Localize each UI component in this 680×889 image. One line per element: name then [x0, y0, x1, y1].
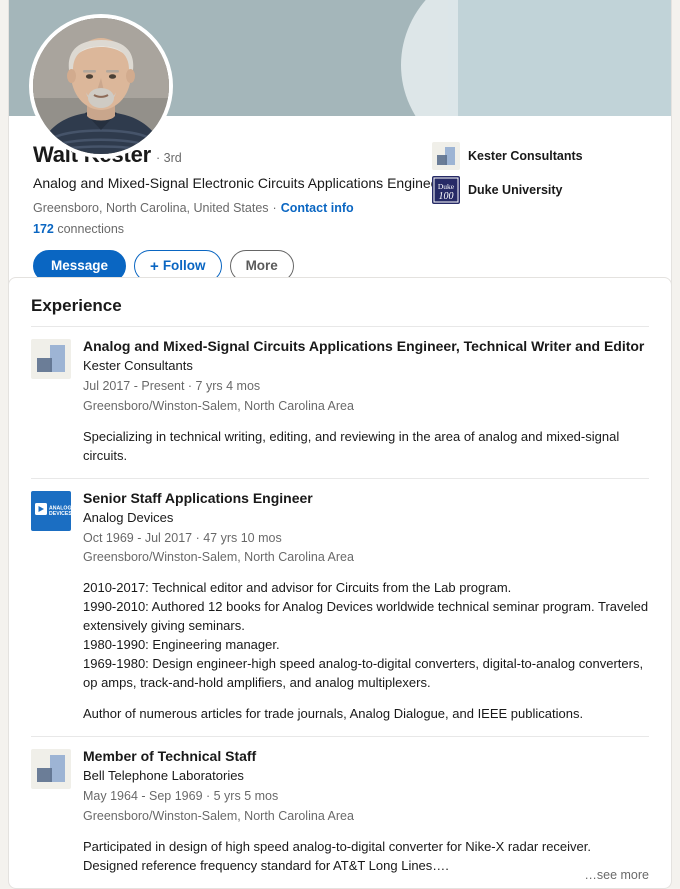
profile-location: Greensboro, North Carolina, United State…	[33, 201, 269, 216]
experience-description-line: Designed reference frequency standard fo…	[83, 857, 449, 873]
banner-edge-band	[448, 0, 458, 116]
connection-degree: · 3rd	[156, 151, 182, 165]
avatar-photo	[33, 18, 169, 154]
experience-company: Analog Devices	[83, 509, 174, 525]
experience-description: Specializing in technical writing, editi…	[83, 428, 649, 466]
experience-dates: Oct 1969 - Jul 2017 · 47 yrs 10 mos	[83, 530, 282, 545]
experience-location: Greensboro/Winston-Salem, North Carolina…	[83, 809, 354, 824]
entities-list: Kester Consultants Duke 100 Duke Univers…	[432, 142, 647, 210]
experience-location: Greensboro/Winston-Salem, North Carolina…	[83, 398, 354, 413]
experience-item[interactable]: Member of Technical Staff Bell Telephone…	[31, 736, 649, 888]
experience-body: Analog and Mixed-Signal Circuits Applica…	[83, 337, 649, 466]
experience-company: Kester Consultants	[83, 358, 193, 374]
experience-item[interactable]: ANALOG DEVICES Senior Staff Applications…	[31, 477, 649, 737]
experience-body: Senior Staff Applications Engineer Analo…	[83, 489, 649, 725]
connections-count: 172	[33, 222, 54, 237]
profile-card: Walt Kester · 3rd Analog and Mixed-Signa…	[8, 0, 672, 304]
experience-description-line: Participated in design of high speed ana…	[83, 839, 591, 855]
avatar[interactable]	[29, 14, 173, 158]
plus-icon: +	[150, 257, 159, 275]
svg-text:Duke: Duke	[438, 182, 455, 191]
experience-description: 2010-2017: Technical editor and advisor …	[83, 579, 649, 724]
generic-company-logo-icon	[31, 339, 71, 379]
experience-card: Experience Analog and Mixed-Signal Circu…	[8, 277, 672, 889]
location-separator: ·	[272, 201, 277, 216]
experience-company: Bell Telephone Laboratories	[83, 768, 244, 784]
experience-description-spacer	[83, 692, 649, 705]
experience-title: Member of Technical Staff	[83, 748, 257, 765]
more-button-label: More	[245, 258, 278, 274]
experience-description-line: 1969-1980: Design engineer-high speed an…	[83, 655, 644, 690]
svg-text:DEVICES: DEVICES	[49, 511, 71, 517]
duke-university-logo-icon: Duke 100	[432, 176, 460, 204]
experience-description-line: 1980-1990: Engineering manager.	[83, 636, 280, 652]
analog-devices-logo-icon: ANALOG DEVICES	[31, 490, 71, 531]
experience-location: Greensboro/Winston-Salem, North Carolina…	[83, 550, 354, 565]
experience-dates: May 1964 - Sep 1969 · 5 yrs 5 mos	[83, 789, 279, 804]
experience-section-title: Experience	[31, 296, 122, 315]
experience-description-line: 2010-2017: Technical editor and advisor …	[83, 580, 512, 596]
entity-duke-university[interactable]: Duke 100 Duke University	[432, 176, 647, 204]
message-button-label: Message	[51, 258, 109, 274]
banner-right-band	[458, 0, 671, 116]
contact-info-link[interactable]: Contact info	[281, 201, 354, 215]
linkedin-profile-page: Walt Kester · 3rd Analog and Mixed-Signa…	[0, 0, 680, 889]
follow-button-label: Follow	[162, 258, 206, 274]
experience-description-line: Specializing in technical writing, editi…	[83, 428, 620, 463]
entity-name: Duke University	[468, 183, 563, 197]
experience-description: Participated in design of high speed ana…	[83, 838, 649, 876]
experience-item[interactable]: Analog and Mixed-Signal Circuits Applica…	[31, 326, 649, 478]
experience-dates: Jul 2017 - Present · 7 yrs 4 mos	[83, 379, 261, 394]
svg-text:100: 100	[439, 191, 454, 202]
connections-label: connections	[57, 222, 125, 237]
experience-body: Member of Technical Staff Bell Telephone…	[83, 747, 649, 876]
entity-name: Kester Consultants	[468, 149, 583, 163]
experience-title: Senior Staff Applications Engineer	[83, 489, 313, 506]
entity-kester-consultants[interactable]: Kester Consultants	[432, 142, 647, 170]
experience-title: Analog and Mixed-Signal Circuits Applica…	[83, 338, 645, 354]
generic-company-logo-icon	[31, 749, 71, 790]
experience-description-line: Author of numerous articles for trade jo…	[83, 706, 584, 722]
connections-count-row[interactable]: 172 connections	[33, 222, 647, 236]
avatar-illustration	[33, 18, 169, 154]
see-more-link[interactable]: …see more	[574, 867, 649, 882]
generic-company-logo-icon	[432, 142, 460, 170]
experience-description-line: 1990-2010: Authored 12 books for Analog …	[83, 599, 649, 634]
